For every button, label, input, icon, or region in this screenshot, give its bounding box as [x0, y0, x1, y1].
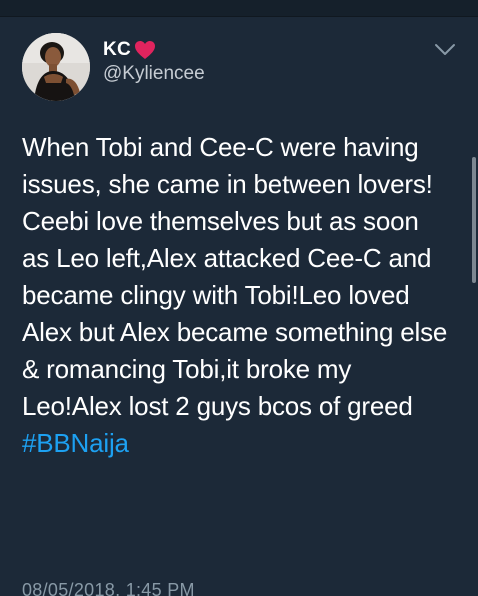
- display-name: KC: [103, 39, 205, 61]
- display-name-text: KC: [103, 39, 132, 60]
- user-info[interactable]: KC @Kyliencee: [103, 39, 205, 85]
- hashtag-link[interactable]: #BBNaija: [22, 428, 129, 458]
- status-strip: [0, 0, 478, 17]
- profile-photo-icon: [22, 33, 90, 101]
- avatar[interactable]: [22, 33, 90, 101]
- tweet-timestamp[interactable]: 08/05/2018, 1:45 PM: [22, 580, 195, 596]
- tweet-body: When Tobi and Cee-C were having issues, …: [22, 132, 448, 421]
- user-handle: @Kyliencee: [103, 63, 205, 84]
- chevron-down-icon[interactable]: [434, 43, 456, 57]
- tweet-text: When Tobi and Cee-C were having issues, …: [22, 129, 452, 462]
- tweet-card: KC @Kyliencee When Tobi and Cee-C were h…: [0, 17, 478, 596]
- red-heart-icon: [134, 40, 156, 60]
- scrollbar[interactable]: [472, 157, 476, 283]
